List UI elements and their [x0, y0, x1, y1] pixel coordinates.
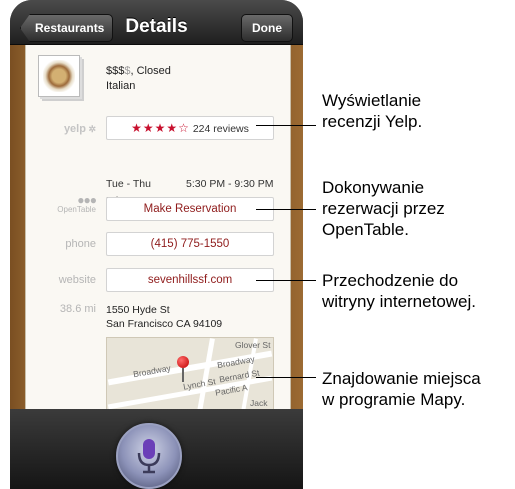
yelp-reviews-button[interactable]: ★★★★☆ 224 reviews: [106, 116, 274, 140]
opentable-dots-icon: ●●●: [77, 193, 97, 207]
address-line1: 1550 Hyde St: [106, 304, 170, 316]
details-card: $$$$, Closed Italian yelp ✲ ★★★★☆ 224 re…: [25, 45, 291, 409]
callout-line-maps: [256, 377, 316, 378]
food-image: [43, 60, 75, 92]
microphone-icon: [137, 439, 161, 474]
phone-label: phone: [65, 238, 96, 250]
callout-yelp: Wyświetlanie recenzji Yelp.: [322, 91, 423, 131]
map-label: Jack: [250, 398, 268, 408]
website-link-button[interactable]: sevenhillssf.com: [106, 268, 274, 292]
callout-reservation: Dokonywanie rezerwacji przez OpenTable.: [322, 178, 445, 239]
callout-line-website: [256, 280, 316, 281]
opentable-label: OpenTable: [57, 205, 96, 214]
map-label: Glover St: [235, 340, 271, 350]
done-button[interactable]: Done: [241, 14, 293, 42]
price-active: $$$: [106, 65, 125, 77]
phone-screen: Restaurants Details Done $$$$, Closed It…: [10, 0, 303, 489]
make-reservation-button[interactable]: Make Reservation: [106, 197, 274, 221]
cuisine: Italian: [106, 80, 136, 92]
hours-time: 5:30 PM - 9:30 PM: [186, 178, 274, 190]
map-view[interactable]: Glover St Broadway Broadway Bernard St P…: [106, 337, 274, 409]
restaurant-photo[interactable]: [38, 55, 80, 97]
phone-number-button[interactable]: (415) 775-1550: [106, 232, 274, 256]
hours-day: Tue - Thu: [106, 178, 151, 190]
address: 1550 Hyde St San Francisco CA 94109: [106, 303, 222, 331]
back-button-restaurants[interactable]: Restaurants: [20, 14, 114, 42]
callout-website: Przechodzenie do witryny internetowej.: [322, 271, 477, 311]
address-line2: San Francisco CA 94109: [106, 318, 223, 330]
siri-bar: [10, 409, 303, 489]
siri-microphone-button[interactable]: [116, 423, 182, 489]
yelp-label: yelp: [63, 123, 86, 135]
star-rating: ★★★★☆: [131, 121, 190, 135]
open-status: , Closed: [130, 65, 171, 77]
callout-line-reservation: [256, 209, 316, 210]
pin-stick: [182, 368, 184, 382]
navigation-bar: Restaurants Details Done: [10, 0, 303, 45]
yelp-logo: yelp ✲: [63, 123, 96, 135]
price-status: $$$$, Closed: [106, 65, 171, 77]
opentable-logo: ●●● OpenTable: [34, 193, 97, 215]
review-count: 224 reviews: [192, 123, 249, 135]
distance: 38.6 mi: [59, 303, 96, 315]
hours-row: Tue - Thu 5:30 PM - 9:30 PM: [106, 176, 276, 193]
map-road: [196, 338, 215, 409]
callout-line-yelp: [256, 125, 316, 126]
website-label: website: [58, 274, 96, 286]
location-pin-icon[interactable]: [177, 356, 189, 368]
callout-maps: Znajdowanie miejsca w programie Mapy.: [322, 369, 481, 409]
